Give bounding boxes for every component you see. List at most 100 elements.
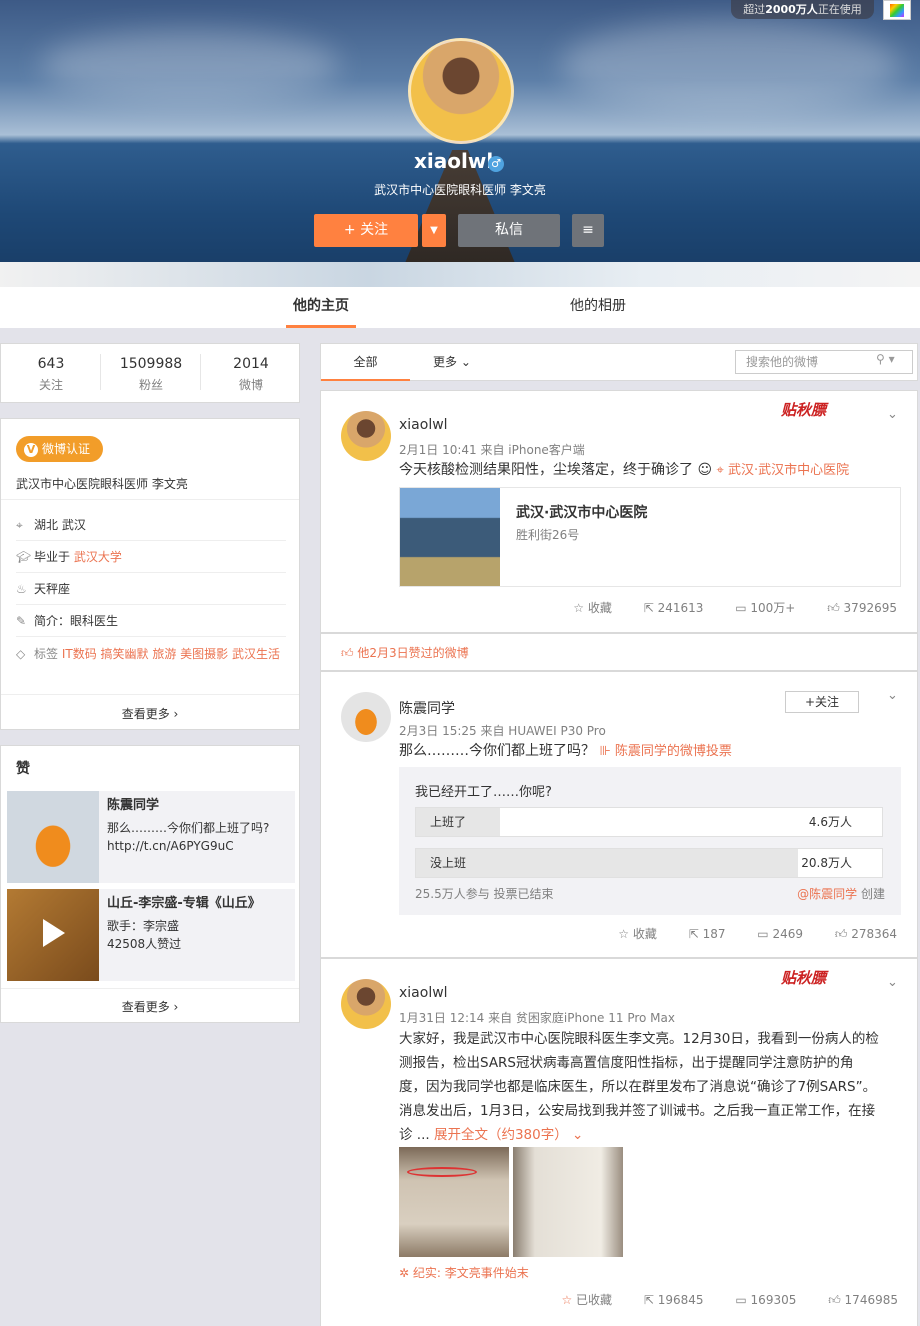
tags-links[interactable]: IT数码 搞笑幽默 旅游 美图摄影 武汉生活	[62, 647, 280, 661]
filter-more[interactable]: 更多 ⌄	[433, 344, 471, 381]
liked-title: 赞	[16, 761, 30, 777]
post-text: 大家好，我是武汉市中心医院眼科医生李文亮。12月30日，我看到一份病人的检 测报…	[399, 1031, 879, 1143]
comment-button[interactable]: ▭ 169305	[735, 1293, 796, 1307]
post-image[interactable]	[513, 1147, 623, 1257]
shore	[0, 262, 920, 287]
post-text: 那么………今你们都上班了吗？ ⊪ 陈震同学的微博投票	[399, 743, 732, 759]
repost-button[interactable]: ⇱ 196845	[644, 1293, 704, 1307]
location-icon: ⌖	[16, 518, 23, 532]
cake-icon: ♨	[16, 582, 27, 596]
skin-icon[interactable]	[883, 0, 911, 20]
weibo-post: 陈震同学 2月3日 15:25 来自 HUAWEI P30 Pro +关注 ⌄ …	[320, 671, 918, 958]
info-tags: ◇ 标签 IT数码 搞笑幽默 旅游 美图摄影 武汉生活	[16, 647, 280, 661]
vote-bar	[416, 849, 799, 877]
tab-home[interactable]: 他的主页	[286, 287, 356, 328]
menu-icon[interactable]: ≡	[572, 214, 604, 247]
user-count-badge: 超过2000万人正在使用	[731, 0, 874, 19]
post-menu-icon[interactable]: ⌄	[887, 407, 898, 422]
stamp-badge: 贴秋膘	[781, 401, 827, 419]
post-menu-icon[interactable]: ⌄	[887, 688, 898, 703]
post-actions: ☆ 收藏 ⇱ 241613 ▭ 100万+ 👍︎ 3792695	[545, 599, 897, 616]
post-actions: ☆ 收藏 ⇱ 187 ▭ 2469 👍︎ 278364	[590, 925, 897, 942]
stat-fans[interactable]: 1509988 粉丝	[101, 356, 201, 393]
cloud	[560, 20, 900, 110]
post-avatar[interactable]	[341, 979, 391, 1029]
expand-link[interactable]: 展开全文（约380字）	[434, 1127, 568, 1143]
location-card[interactable]: 武汉·武汉市中心医院 胜利街26号	[399, 487, 901, 587]
vote-link[interactable]: ⊪ 陈震同学的微博投票	[599, 744, 731, 759]
location-image	[400, 488, 500, 586]
verify-text: 武汉市中心医院眼科医师 李文亮	[16, 477, 188, 491]
liked-note: 👍︎ 他2月3日赞过的微博	[320, 633, 918, 671]
like-button[interactable]: 👍︎ 1746985	[828, 1293, 898, 1307]
post-avatar[interactable]	[341, 411, 391, 461]
post-avatar[interactable]	[341, 692, 391, 742]
edit-icon: ✎	[16, 614, 27, 628]
post-author[interactable]: 陈震同学	[399, 698, 455, 718]
tab-album[interactable]: 他的相册	[560, 287, 636, 328]
repost-button[interactable]: ⇱ 187	[689, 927, 726, 941]
vote-box: 我已经开工了……你呢? 上班了 4.6万人 没上班 20.8万人 25.5万人参与 …	[399, 767, 901, 915]
emoji-icon: ☺	[697, 462, 713, 478]
post-text: 今天核酸检测结果阳性，尘埃落定，终于确诊了 ☺ ⌖ 武汉·武汉市中心医院	[399, 462, 850, 478]
follow-small-button[interactable]: +关注	[785, 691, 859, 713]
verify-badge[interactable]: V 微博认证	[16, 436, 103, 462]
verify-icon: V	[24, 443, 38, 457]
red-mark	[407, 1167, 477, 1177]
post-meta: 1月31日 12:14 来自 贫困家庭iPhone 11 Pro Max	[399, 1011, 675, 1025]
profile-avatar[interactable]	[408, 38, 514, 144]
comment-button[interactable]: ▭ 100万+	[735, 601, 795, 615]
info-location: ⌖ 湖北 武汉	[16, 509, 286, 541]
tag-icon: ◇	[16, 647, 26, 661]
cloud	[40, 30, 340, 100]
vote-creator-link[interactable]: @陈震同学	[797, 887, 857, 901]
stamp-badge: 贴秋膘	[781, 969, 827, 987]
stats-card: 643 关注 1509988 粉丝 2014 微博	[0, 343, 300, 403]
stat-weibo[interactable]: 2014 微博	[201, 356, 301, 393]
male-icon: ♂	[488, 156, 504, 172]
post-actions: ☆ 已收藏 ⇱ 196845 ▭ 169305 👍︎ 1746985	[505, 1291, 898, 1308]
info-school: 🎓︎ 毕业于 武汉大学	[16, 541, 286, 573]
stat-following[interactable]: 643 关注	[1, 356, 101, 393]
vote-question: 我已经开工了……你呢?	[415, 785, 552, 800]
play-icon[interactable]	[43, 919, 65, 947]
school-link[interactable]: 武汉大学	[74, 550, 122, 564]
profile-name: xiaolwl	[414, 149, 494, 173]
chevron-down-icon: ⌄	[460, 355, 471, 369]
profile-tabs: 他的主页 他的相册	[0, 287, 920, 328]
like-button[interactable]: 👍︎ 3792695	[827, 601, 897, 615]
feed-filter-bar: 全部 更多 ⌄ 搜索他的微博 ⚲ ▾	[320, 343, 918, 381]
location-link[interactable]: ⌖ 武汉·武汉市中心医院	[717, 463, 850, 478]
favorite-button[interactable]: ☆ 已收藏	[533, 1293, 612, 1307]
search-icon[interactable]: ⚲ ▾	[876, 352, 895, 366]
school-icon: 🎓︎	[16, 550, 32, 564]
post-meta: 2月3日 15:25 来自 HUAWEI P30 Pro	[399, 724, 606, 738]
topic-tag[interactable]: ✲ 纪实: 李文亮事件始末	[399, 1264, 529, 1281]
weibo-post: xiaolwl 2月1日 10:41 来自 iPhone客户端 贴秋膘 ⌄ 今天…	[320, 390, 918, 633]
filter-all[interactable]: 全部	[321, 344, 410, 381]
liked-card: 赞 陈震同学 那么………今你们都上班了吗? http://t.cn/A6PYG9…	[0, 745, 300, 1023]
liked-more-link[interactable]: 查看更多 ›	[1, 998, 299, 1015]
chevron-down-icon[interactable]: ⌄	[572, 1127, 583, 1143]
info-sign: ♨ 天秤座	[16, 573, 286, 605]
favorite-button[interactable]: ☆ 收藏	[618, 927, 657, 941]
thumb-icon: 👍︎	[341, 646, 354, 660]
comment-button[interactable]: ▭ 2469	[757, 927, 803, 941]
follow-dropdown-icon[interactable]: ▼	[422, 214, 446, 247]
post-menu-icon[interactable]: ⌄	[887, 975, 898, 990]
liked-item[interactable]: 陈震同学 那么………今你们都上班了吗? http://t.cn/A6PYG9uC	[7, 791, 295, 883]
like-button[interactable]: 👍︎ 278364	[835, 927, 897, 941]
vote-option: 上班了 4.6万人	[415, 807, 883, 837]
profile-desc: 武汉市中心医院眼科医师 李文亮	[374, 183, 546, 197]
message-button[interactable]: 私信	[458, 214, 560, 247]
post-author[interactable]: xiaolwl	[399, 985, 448, 1001]
liked-item[interactable]: 山丘-李宗盛-专辑《山丘》 歌手：李宗盛 42508人赞过	[7, 889, 295, 981]
post-author[interactable]: xiaolwl	[399, 417, 448, 433]
info-more-link[interactable]: 查看更多 ›	[1, 705, 299, 722]
follow-button[interactable]: + 关注	[314, 214, 418, 247]
vote-option: 没上班 20.8万人	[415, 848, 883, 878]
repost-button[interactable]: ⇱ 241613	[644, 601, 704, 615]
post-image[interactable]	[399, 1147, 509, 1257]
post-meta: 2月1日 10:41 来自 iPhone客户端	[399, 443, 585, 457]
favorite-button[interactable]: ☆ 收藏	[573, 601, 612, 615]
